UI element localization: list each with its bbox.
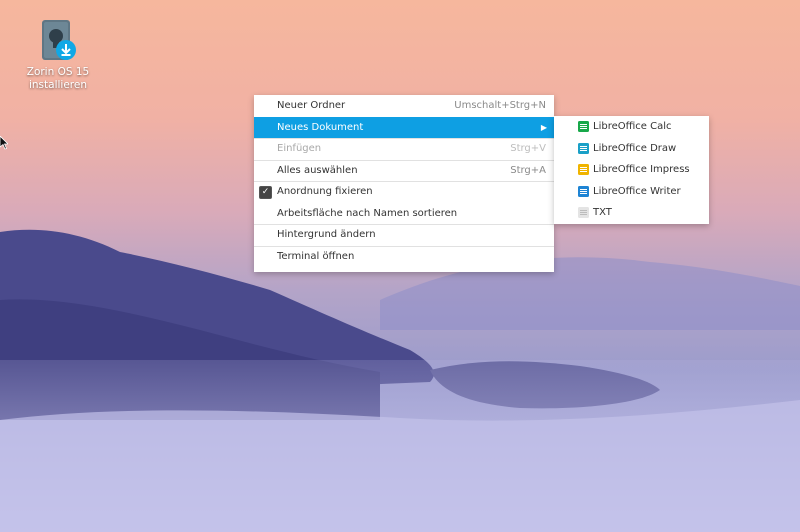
menu-item-label: Einfügen: [277, 143, 322, 154]
submenu-item-label: LibreOffice Calc: [593, 121, 672, 132]
desktop-context-menu: Neuer Ordner Umschalt+Strg+N Neues Dokum…: [254, 95, 554, 272]
menu-item-new-folder[interactable]: Neuer Ordner Umschalt+Strg+N: [254, 95, 554, 117]
writer-icon: [578, 185, 589, 197]
menu-item-sort-by-name[interactable]: Arbeitsfläche nach Namen sortieren: [254, 203, 554, 225]
desktop-icon-install-zorin[interactable]: Zorin OS 15 installieren: [22, 18, 94, 92]
impress-icon: [578, 164, 589, 175]
desktop-icon-label-line1: Zorin OS 15: [26, 66, 90, 78]
menu-item-label: Terminal öffnen: [277, 250, 355, 262]
mouse-cursor-icon: [0, 136, 8, 150]
desktop-icon-label: Zorin OS 15 installieren: [22, 66, 94, 92]
checkbox-checked-icon[interactable]: ✓: [259, 186, 272, 199]
submenu-item-label: LibreOffice Impress: [593, 164, 690, 175]
submenu-item-libreoffice-impress[interactable]: LibreOffice Impress: [554, 159, 709, 181]
desktop-icon-label-line2: installieren: [28, 79, 87, 91]
menu-item-change-background[interactable]: Hintergrund ändern: [254, 224, 554, 246]
new-document-submenu: LibreOffice Calc LibreOffice Draw LibreO…: [554, 116, 709, 224]
menu-item-open-terminal[interactable]: Terminal öffnen: [254, 245, 554, 268]
menu-item-lock-arrangement[interactable]: ✓ Anordnung fixieren: [254, 181, 554, 203]
text-file-icon: [578, 207, 589, 218]
shortcut-label: Umschalt+Strg+N: [454, 100, 546, 111]
menu-item-label: Arbeitsfläche nach Namen sortieren: [277, 207, 458, 219]
menu-item-label: Alles auswählen: [277, 164, 358, 176]
submenu-item-label: LibreOffice Writer: [593, 185, 681, 197]
draw-icon: [578, 142, 589, 154]
menu-item-label: Neuer Ordner: [277, 100, 346, 111]
menu-item-label: Anordnung fixieren: [277, 186, 373, 197]
installer-icon: [38, 18, 78, 64]
submenu-item-label: LibreOffice Draw: [593, 142, 677, 154]
submenu-item-libreoffice-calc[interactable]: LibreOffice Calc: [554, 116, 709, 138]
submenu-item-libreoffice-draw[interactable]: LibreOffice Draw: [554, 138, 709, 160]
submenu-item-label: TXT: [593, 207, 612, 218]
menu-item-new-document[interactable]: Neues Dokument ▶: [254, 116, 554, 138]
submenu-item-txt[interactable]: TXT: [554, 202, 709, 224]
menu-item-paste[interactable]: Einfügen Strg+V: [254, 138, 554, 160]
menu-item-label: Hintergrund ändern: [277, 229, 376, 240]
menu-item-label: Neues Dokument: [277, 121, 364, 133]
shortcut-label: Strg+V: [510, 143, 546, 154]
submenu-item-libreoffice-writer[interactable]: LibreOffice Writer: [554, 181, 709, 203]
desktop[interactable]: Zorin OS 15 installieren Neuer Ordner Um…: [0, 0, 800, 532]
shortcut-label: Strg+A: [510, 164, 546, 176]
submenu-arrow-icon: ▶: [540, 122, 547, 132]
calc-icon: [578, 121, 589, 132]
menu-item-select-all[interactable]: Alles auswählen Strg+A: [254, 159, 554, 182]
